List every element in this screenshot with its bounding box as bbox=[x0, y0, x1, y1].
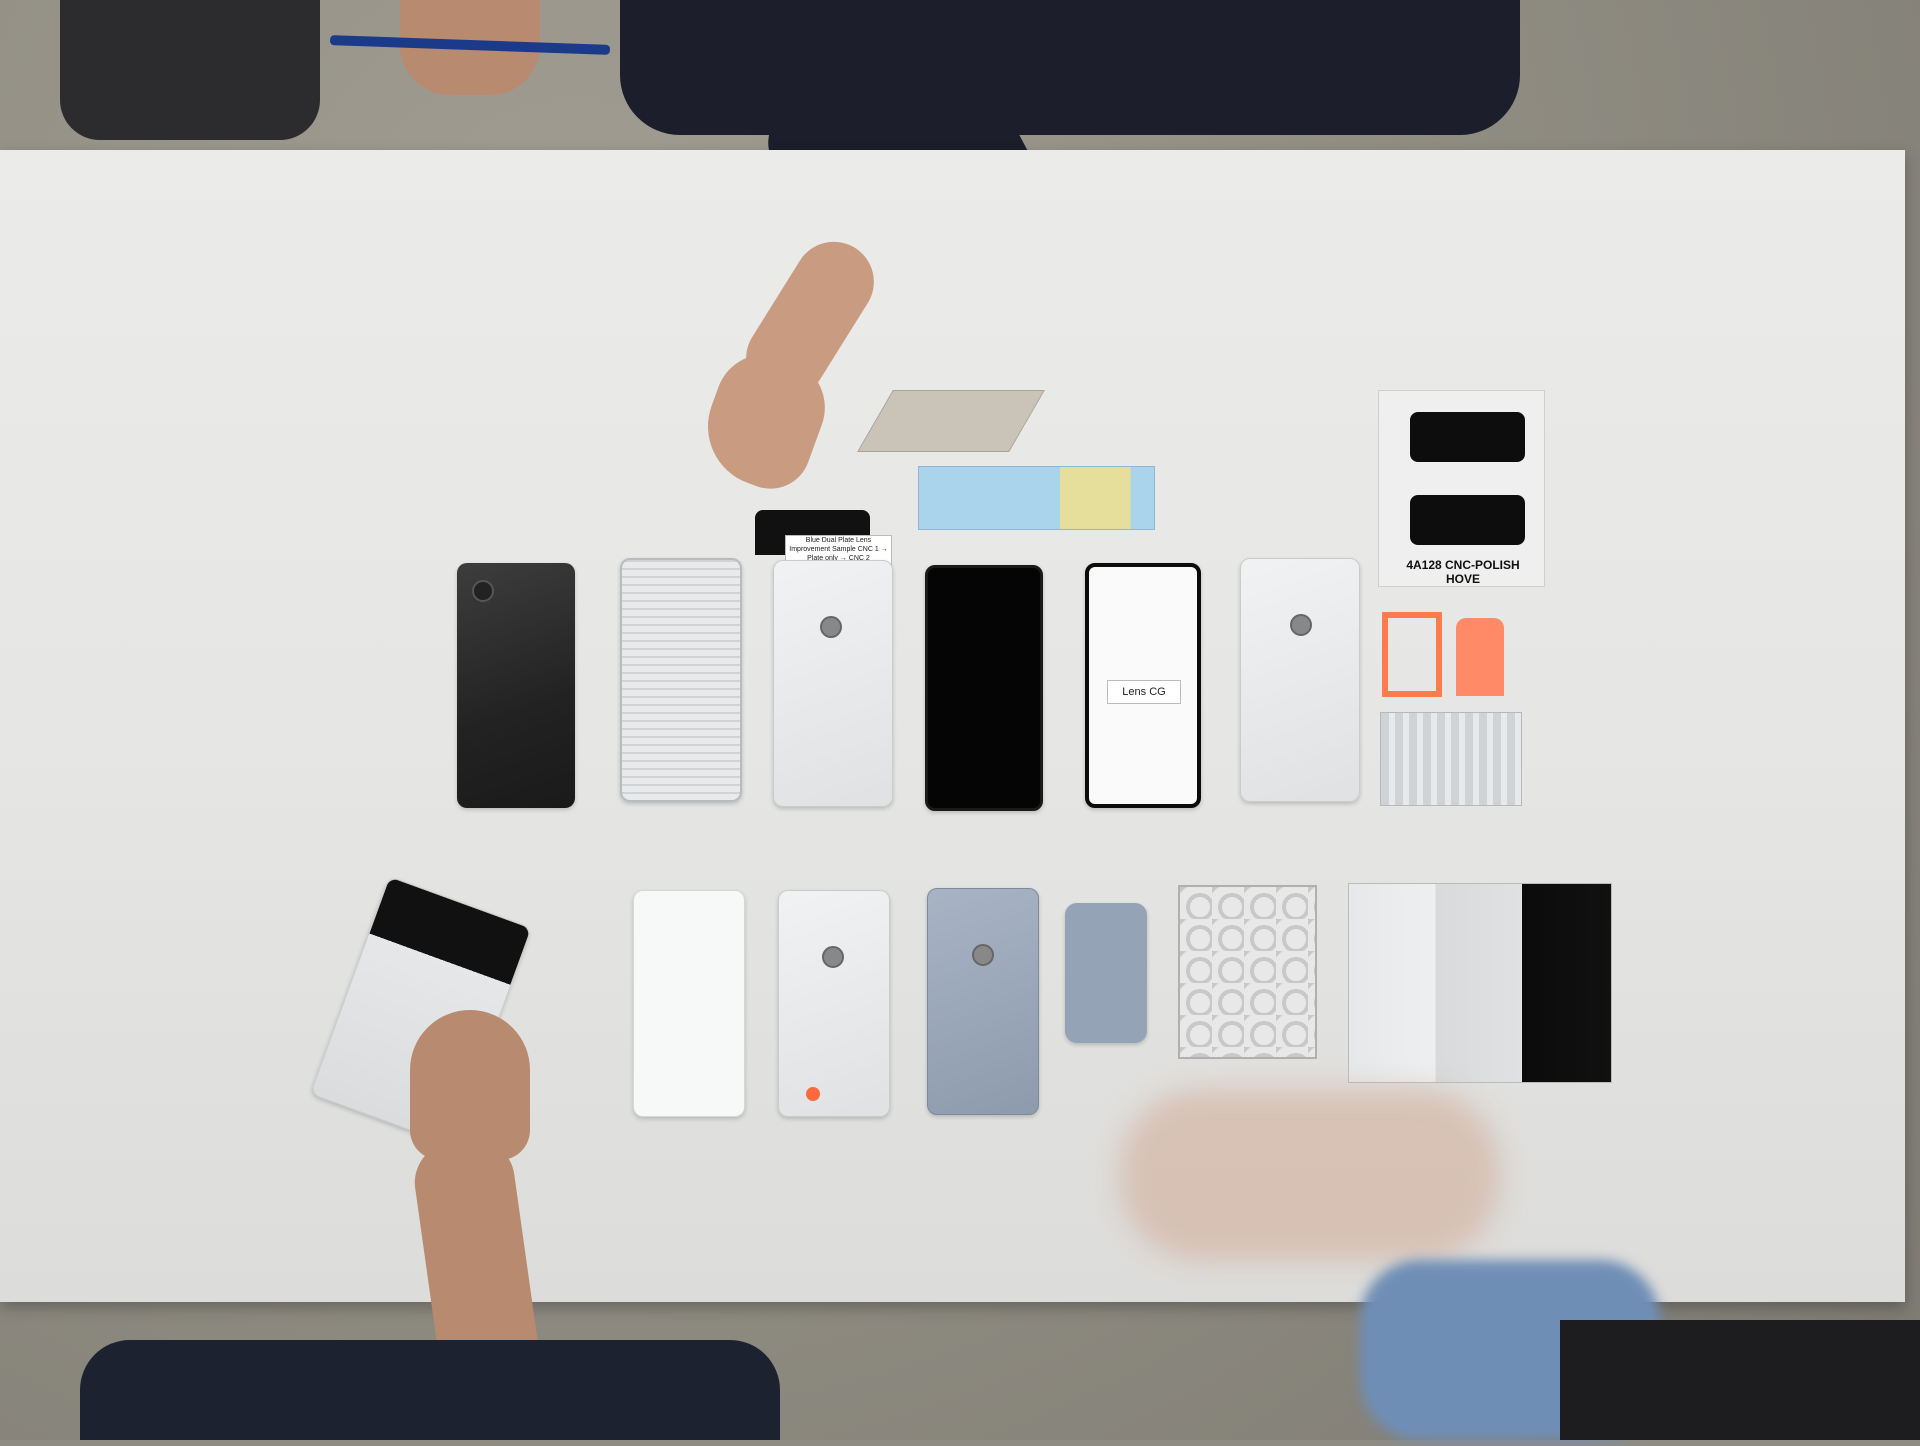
camera-lens-icon bbox=[472, 580, 494, 602]
person-top-left-legs bbox=[60, 0, 320, 140]
fingerprint-hole-2 bbox=[1290, 614, 1312, 636]
color-sample-panels bbox=[1348, 883, 1612, 1083]
bag-glass-2 bbox=[1410, 495, 1525, 545]
fingerprint-hole-3 bbox=[822, 946, 844, 968]
phone-black-screen bbox=[925, 565, 1043, 811]
person-bottom-left-shoe bbox=[80, 1340, 780, 1440]
phone-white-frame-back bbox=[778, 890, 890, 1117]
fingerprint-hole-4 bbox=[972, 944, 994, 966]
phone-black-back bbox=[457, 563, 575, 808]
phone-white-blank bbox=[633, 890, 745, 1117]
person-top-right-body bbox=[620, 0, 1520, 135]
phone-white-back-2 bbox=[1240, 558, 1360, 802]
phone-machined-frame bbox=[620, 558, 742, 802]
phone-blue-back bbox=[927, 888, 1039, 1115]
blurred-hand bbox=[1120, 1090, 1500, 1260]
orange-dot bbox=[806, 1087, 820, 1101]
lens-cg-label: Lens CG bbox=[1107, 680, 1181, 704]
phone-white-back-1 bbox=[773, 560, 893, 807]
chair-bottom-right bbox=[1560, 1320, 1920, 1440]
fingerprint-hole bbox=[820, 616, 842, 638]
orange-tab bbox=[1456, 618, 1504, 696]
metal-bracket-tray bbox=[1380, 712, 1522, 806]
hand-bottom-left bbox=[410, 1010, 530, 1160]
handwritten-bag-label: 4A128 CNC-POLISH HOVE bbox=[1406, 558, 1520, 586]
bag-glass-1 bbox=[1410, 412, 1525, 462]
orange-frame-part bbox=[1382, 612, 1442, 697]
mesh-strip-package bbox=[918, 466, 1155, 530]
blue-panel-small bbox=[1065, 903, 1147, 1043]
clear-lens-tray bbox=[1178, 885, 1317, 1059]
